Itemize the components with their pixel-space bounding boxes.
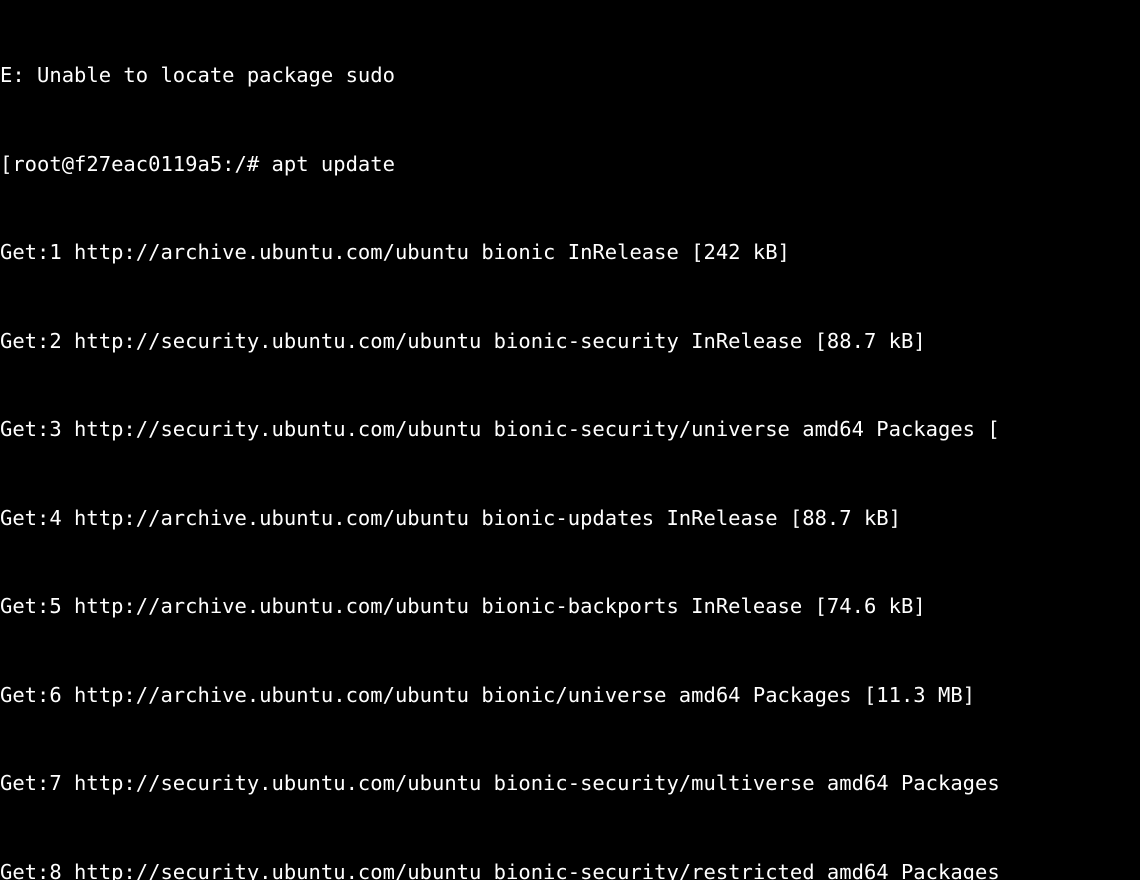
terminal-output-line: Get:4 http://archive.ubuntu.com/ubuntu b… (0, 504, 1140, 534)
terminal-output-line: Get:5 http://archive.ubuntu.com/ubuntu b… (0, 592, 1140, 622)
terminal-prompt-line: [root@f27eac0119a5:/# apt update (0, 150, 1140, 180)
terminal-output-line: E: Unable to locate package sudo (0, 61, 1140, 91)
terminal-output-line: Get:3 http://security.ubuntu.com/ubuntu … (0, 415, 1140, 445)
terminal-output-line: Get:6 http://archive.ubuntu.com/ubuntu b… (0, 681, 1140, 711)
terminal-output-line: Get:2 http://security.ubuntu.com/ubuntu … (0, 327, 1140, 357)
terminal-window[interactable]: E: Unable to locate package sudo [root@f… (0, 0, 1140, 880)
terminal-output-line: Get:7 http://security.ubuntu.com/ubuntu … (0, 769, 1140, 799)
terminal-output-line: Get:8 http://security.ubuntu.com/ubuntu … (0, 858, 1140, 880)
terminal-output-line: Get:1 http://archive.ubuntu.com/ubuntu b… (0, 238, 1140, 268)
